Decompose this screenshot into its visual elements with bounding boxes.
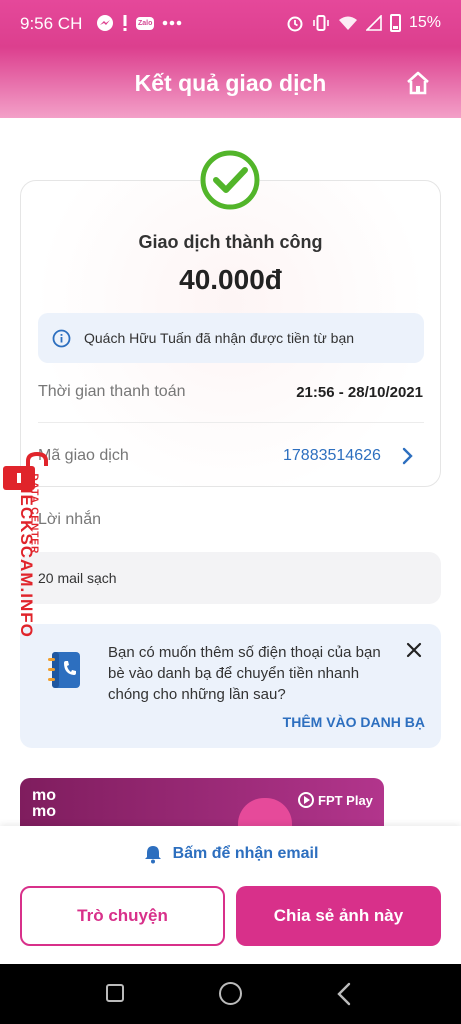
bell-icon [144,846,161,864]
recent-apps-button[interactable] [106,984,124,1002]
status-title: Giao dịch thành công [138,232,323,252]
check-icon [200,150,260,210]
amount: 40.000đ [179,264,282,295]
zalo-icon: Zalo [136,16,155,30]
watermark: DATA CENTER CHECKSCAM.INFO [2,452,50,672]
back-button[interactable] [336,982,352,1006]
recipient-info: Quách Hữu Tuấn đã nhận được tiền từ bạn [38,313,424,363]
email-receipt-label: Bấm để nhận email [172,845,319,862]
status-time: 9:56 CH [20,14,83,33]
header: 9:56 CH Zalo 15% Kết quả giao dịch [0,0,461,118]
divider [38,422,424,423]
contact-book-icon [48,652,80,688]
chat-button[interactable]: Trò chuyện [20,886,225,946]
promo-banner[interactable]: mo mo FPT Play [20,778,384,828]
momo-logo: mo mo [32,787,56,820]
mascot-image [238,798,292,828]
status-bar: 9:56 CH Zalo 15% [0,6,461,38]
vibrate-icon [313,15,329,31]
close-icon[interactable] [406,642,422,658]
info-icon [52,329,71,348]
home-icon[interactable] [405,70,431,96]
home-nav-button[interactable] [219,982,242,1005]
alarm-icon [287,16,303,32]
txn-id-label: Mã giao dịch [38,447,129,464]
message-box: 20 mail sạch [20,552,441,604]
email-receipt-link[interactable]: Bấm để nhận email [0,844,461,864]
messenger-icon [97,15,113,31]
more-icon [163,20,182,26]
fpt-play-logo: FPT Play [298,792,373,808]
battery-level: 15% [408,14,441,31]
fpt-play-label: FPT Play [318,792,373,808]
watermark-title: CHECKSCAM.INFO [17,468,36,638]
alert-icon [123,15,127,31]
share-image-button[interactable]: Chia sẻ ảnh này [236,886,441,946]
page-title: Kết quả giao dịch [134,70,327,96]
bottom-actions: Bấm để nhận email Trò chuyện Chia sẻ ảnh… [0,826,461,964]
payment-time-label: Thời gian thanh toán [38,383,186,400]
txn-id-value[interactable]: 17883514626 [283,447,381,465]
battery-icon [389,14,401,32]
signal-icon [365,15,382,31]
system-nav-bar [0,964,461,1024]
add-contact-button[interactable]: THÊM VÀO DANH BẠ [283,714,425,730]
wifi-icon [338,16,357,30]
recipient-info-text: Quách Hữu Tuấn đã nhận được tiền từ bạn [84,330,355,346]
add-contact-suggestion: Bạn có muốn thêm số điện thoại của bạn b… [20,624,441,748]
suggestion-text: Bạn có muốn thêm số điện thoại của bạn b… [108,644,381,703]
notification-icons: Zalo [96,14,182,32]
payment-time-value: 21:56 - 28/10/2021 [296,384,423,401]
system-icons: 15% [286,14,441,32]
chevron-right-icon[interactable] [400,447,414,465]
play-icon [298,792,314,808]
